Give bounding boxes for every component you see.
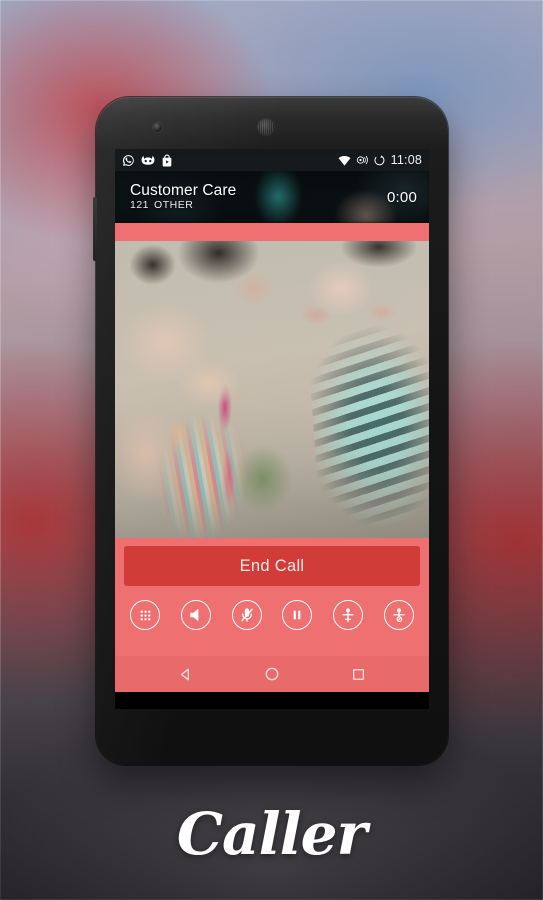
speaker-icon	[190, 609, 199, 621]
nav-home-button[interactable]	[263, 665, 281, 683]
person-block-icon	[393, 608, 405, 623]
caller-name: Customer Care	[130, 182, 237, 200]
contact-photo	[115, 241, 429, 538]
square-recents-icon	[352, 668, 364, 680]
call-header: Customer Care 121 OTHER 0:00	[115, 171, 429, 223]
circle-home-icon	[265, 667, 279, 681]
dialpad-button[interactable]	[130, 600, 160, 630]
end-call-button[interactable]: End Call	[124, 546, 420, 586]
caller-number: 121	[130, 199, 150, 212]
person-add-icon	[342, 608, 354, 623]
dialpad-icon	[140, 610, 150, 620]
wifi-icon	[338, 155, 351, 166]
caller-number-line: 121 OTHER	[130, 200, 236, 212]
status-bar-system-icons: 11:08	[338, 154, 422, 167]
nav-back-button[interactable]	[177, 666, 194, 683]
caller-identity: Customer Care 121 OTHER	[130, 182, 236, 212]
speaker-button[interactable]	[180, 600, 211, 630]
cyanogenmod-icon	[141, 155, 155, 165]
android-navigation-bar	[115, 656, 429, 692]
mic-muted-icon	[240, 608, 253, 622]
hold-button[interactable]	[282, 600, 313, 630]
volume-rocker-button[interactable]	[93, 197, 97, 261]
in-call-action-row	[124, 586, 420, 630]
pause-icon	[294, 610, 301, 620]
phone-screen: 11:08 Customer Care 121 OTHER 0:00 End C…	[115, 149, 429, 709]
earpiece-speaker-icon	[258, 119, 274, 135]
app-brand-logo: Caller	[176, 800, 367, 868]
play-store-bag-icon	[162, 154, 172, 166]
triangle-back-icon	[181, 668, 190, 680]
status-bar: 11:08	[115, 149, 429, 171]
caller-number-type: OTHER	[154, 199, 194, 212]
block-call-button[interactable]	[383, 600, 414, 630]
call-duration-timer: 0:00	[387, 188, 417, 206]
mute-button[interactable]	[231, 600, 262, 630]
add-call-button[interactable]	[333, 600, 364, 630]
front-camera-icon	[153, 123, 162, 132]
contact-photo-color-wash	[115, 241, 429, 538]
status-bar-clock: 11:08	[390, 152, 422, 167]
nav-recents-button[interactable]	[350, 666, 367, 683]
end-call-label: End Call	[239, 556, 305, 575]
status-bar-notification-icons	[122, 154, 173, 167]
sync-icon	[374, 155, 385, 166]
vibrate-icon	[356, 155, 368, 165]
whatsapp-icon	[122, 154, 134, 166]
accent-divider-bar	[115, 223, 429, 241]
phone-device-mockup: 11:08 Customer Care 121 OTHER 0:00 End C…	[93, 97, 448, 765]
in-call-controls-panel: End Call	[115, 538, 429, 656]
